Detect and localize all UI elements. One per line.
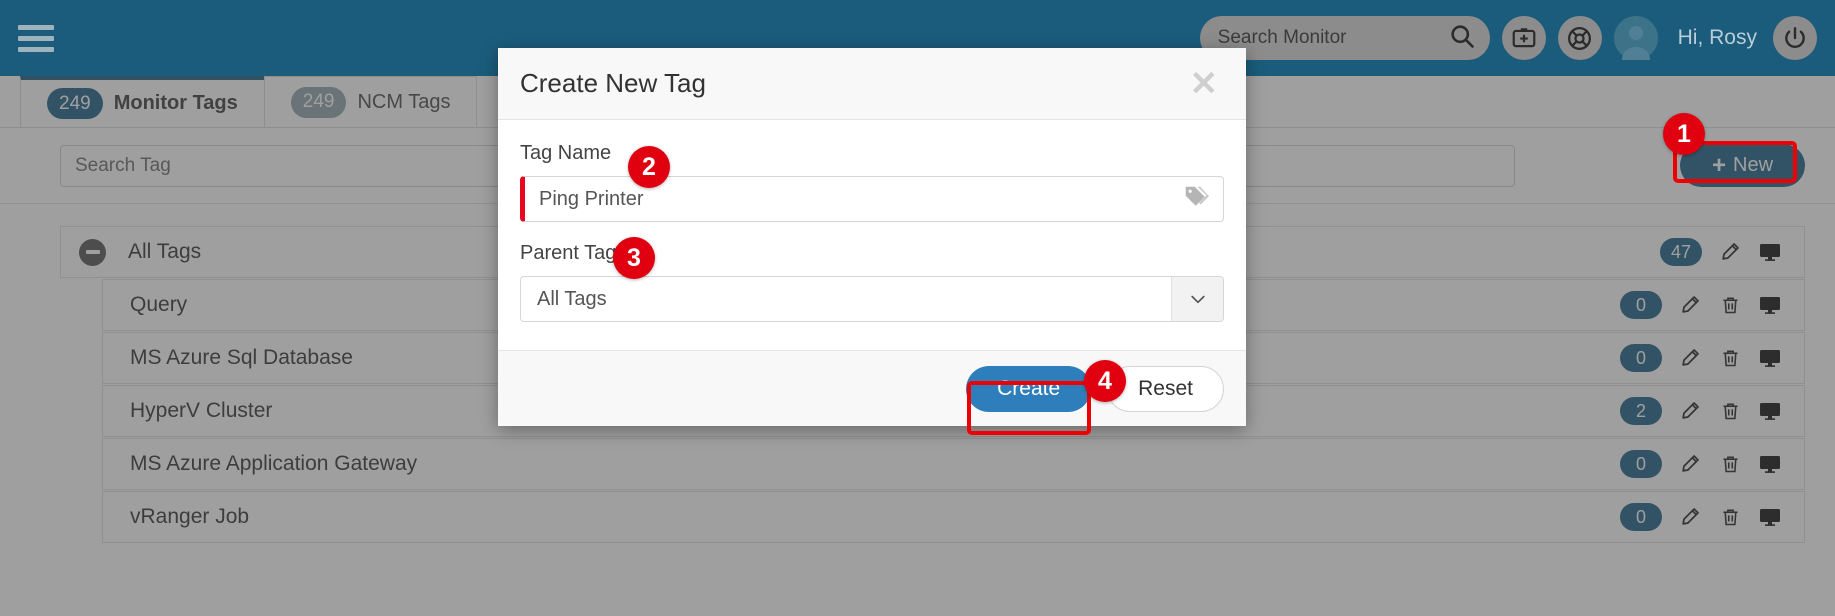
avatar[interactable] — [1613, 16, 1658, 60]
hamburger-bar — [18, 46, 54, 52]
search-monitor-placeholder: Search Monitor — [1217, 27, 1347, 48]
dialog-title: Create New Tag — [520, 68, 706, 98]
create-new-tag-dialog: Create New Tag ✕ Tag Name Ping Printer P… — [498, 48, 1246, 426]
tag-name-label: Tag Name — [520, 142, 612, 164]
tag-name-value: Ping Printer — [539, 187, 644, 210]
tag-name-field: Tag Name Ping Printer — [520, 142, 1224, 222]
power-icon[interactable] — [1773, 16, 1817, 60]
dialog-header: Create New Tag ✕ — [498, 48, 1246, 120]
dialog-body: Tag Name Ping Printer Parent Tag All Tag… — [498, 120, 1246, 350]
hamburger-icon[interactable] — [18, 23, 54, 53]
header-actions: Search Monitor Hi, Rosy — [1199, 0, 1817, 76]
parent-tag-label: Parent Tag — [520, 242, 617, 264]
hamburger-bar — [18, 24, 54, 30]
close-icon[interactable]: ✕ — [1190, 67, 1219, 101]
parent-tag-value: All Tags — [537, 287, 607, 310]
first-aid-kit-icon[interactable] — [1501, 16, 1546, 60]
life-ring-icon[interactable] — [1557, 16, 1602, 60]
tag-icon — [1183, 183, 1209, 215]
parent-tag-field: Parent Tag All Tags — [520, 242, 1224, 322]
application-root: Search Monitor Hi, Rosy Create New Tag ✕… — [0, 0, 1835, 616]
dialog-footer: Create Reset — [498, 350, 1246, 426]
greeting-text: Hi, Rosy — [1677, 26, 1757, 49]
hamburger-bar — [18, 35, 54, 41]
chevron-down-icon[interactable] — [1171, 277, 1223, 321]
create-button[interactable]: Create — [966, 365, 1092, 412]
reset-button[interactable]: Reset — [1107, 365, 1224, 412]
tag-name-input[interactable]: Ping Printer — [520, 176, 1224, 222]
search-icon[interactable] — [1448, 22, 1476, 55]
parent-tag-select[interactable]: All Tags — [520, 276, 1224, 322]
